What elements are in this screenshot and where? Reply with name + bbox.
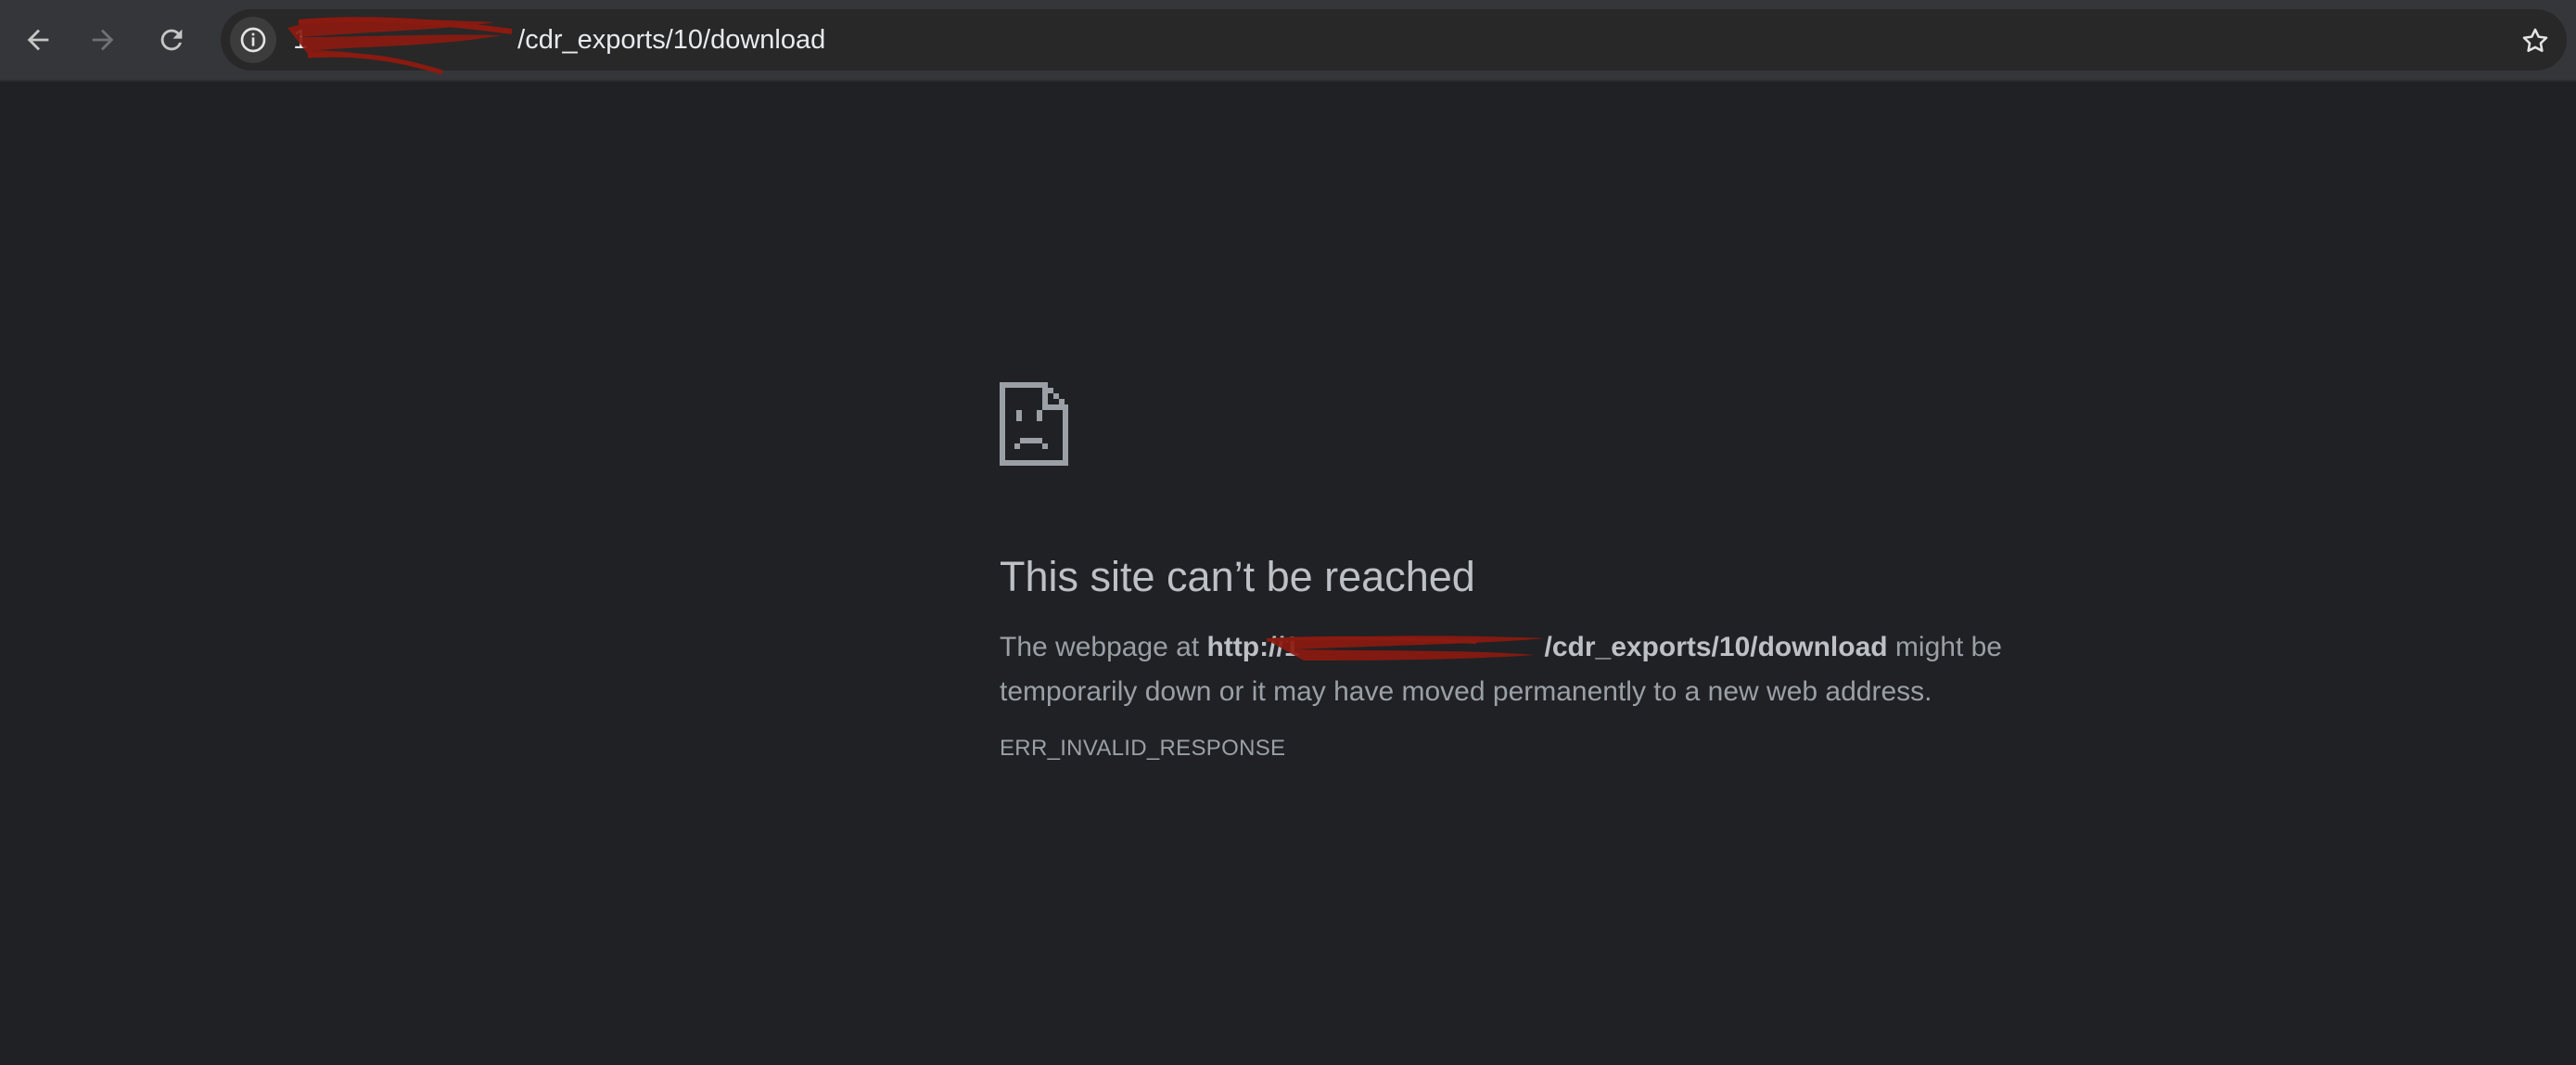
arrow-right-icon [92, 29, 114, 51]
reload-icon [160, 29, 183, 51]
desc-url-start: http://1 [1206, 632, 1300, 662]
browser-toolbar: 1/cdr_exports/10/download [0, 0, 2576, 82]
reload-button[interactable] [145, 13, 198, 67]
desc-prefix: The webpage at [1000, 632, 1207, 662]
back-button[interactable] [11, 13, 65, 67]
bookmark-star-button[interactable] [2517, 22, 2554, 59]
star-icon [2522, 28, 2548, 53]
address-bar[interactable]: 1/cdr_exports/10/download [221, 9, 2567, 75]
sad-page-icon [1000, 382, 1068, 466]
site-info-button[interactable] [230, 17, 276, 63]
error-content: This site can’t be reached The webpage a… [1000, 382, 2075, 763]
error-code: ERR_INVALID_RESPONSE [1000, 736, 1286, 761]
url-host: 1 [293, 25, 309, 55]
url-text[interactable]: 1/cdr_exports/10/download [293, 22, 825, 58]
error-description: The webpage at http://1/cdr_exports/10/d… [1000, 625, 2075, 714]
desc-url: http://1/cdr_exports/10/download [1207, 632, 1888, 662]
desc-url-end: /cdr_exports/10/download [1544, 632, 1888, 662]
arrow-left-icon [27, 29, 49, 51]
error-title: This site can’t be reached [1000, 553, 1475, 600]
forward-button[interactable] [76, 13, 130, 67]
url-path: /cdr_exports/10/download [517, 25, 826, 55]
info-icon [240, 27, 266, 53]
